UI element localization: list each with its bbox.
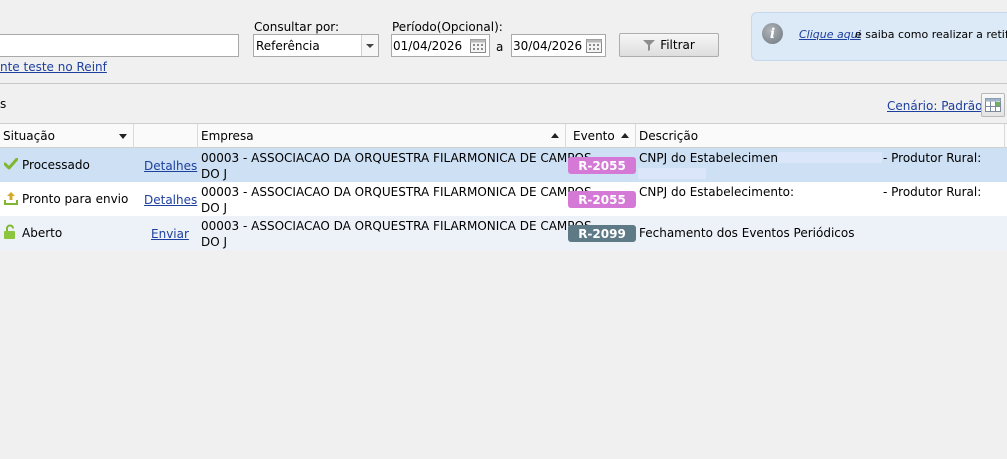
column-header-evento[interactable]: Evento — [566, 124, 636, 148]
status-text: Processado — [22, 158, 90, 172]
search-input[interactable] — [0, 34, 239, 57]
date-to-value: 30/04/2026 — [513, 38, 583, 53]
consult-label: Consultar por: — [254, 20, 340, 34]
info-icon: i — [762, 23, 783, 44]
column-header-descricao[interactable]: Descrição — [636, 124, 1005, 148]
env-test-link[interactable]: nte teste no Reinf — [0, 60, 107, 74]
filter-button[interactable]: Filtrar — [619, 33, 719, 57]
company-name-cont: DO J — [201, 167, 228, 181]
column-header-actions — [134, 124, 198, 148]
company-name-cont: DO J — [201, 201, 228, 215]
period-label: Período(Opcional): — [392, 20, 503, 34]
company-name: 00003 - ASSOCIACAO DA ORQUESTRA FILARMON… — [201, 185, 592, 199]
section-title: s — [0, 97, 7, 111]
status-text: Pronto para envio — [22, 192, 129, 206]
redacted-cnpj — [778, 152, 882, 163]
date-separator: a — [496, 40, 504, 54]
calendar-icon[interactable] — [467, 35, 489, 56]
description-extra: - Produtor Rural: — [883, 185, 982, 199]
consult-select[interactable]: Referência — [253, 34, 379, 57]
company-name: 00003 - ASSOCIACAO DA ORQUESTRA FILARMON… — [201, 151, 592, 165]
table-row[interactable]: Pronto para envio Detalhes 00003 - ASSOC… — [0, 182, 1007, 216]
status-text: Aberto — [22, 226, 63, 240]
description-extra: - Produtor Rural: — [883, 151, 982, 165]
event-badge: R-2099 — [568, 225, 636, 242]
details-link[interactable]: Detalhes — [144, 158, 197, 174]
company-name: 00003 - ASSOCIACAO DA ORQUESTRA FILARMON… — [201, 219, 592, 233]
description-text: CNPJ do Estabelecimento: — [639, 151, 795, 165]
table-row[interactable]: Processado Detalhes 00003 - ASSOCIACAO D… — [0, 148, 1007, 182]
sort-up-icon — [621, 133, 629, 138]
grid-icon — [985, 98, 1001, 112]
event-badge: R-2055 — [568, 191, 636, 208]
scenario-link[interactable]: Cenário: Padrão — [887, 99, 982, 113]
grid-columns-button[interactable] — [981, 93, 1005, 117]
funnel-icon — [643, 39, 656, 51]
divider — [0, 83, 1007, 84]
event-badge: R-2055 — [568, 157, 636, 174]
sort-down-icon — [119, 134, 127, 139]
date-from-input[interactable]: 01/04/2026 — [391, 34, 490, 57]
description-text: CNPJ do Estabelecimento: — [639, 185, 795, 199]
consult-select-value: Referência — [256, 38, 320, 53]
table-row[interactable]: Aberto Enviar 00003 - ASSOCIACAO DA ORQU… — [0, 216, 1007, 250]
calendar-icon[interactable] — [583, 35, 605, 56]
description-text: Fechamento dos Eventos Periódicos — [639, 226, 855, 240]
date-to-input[interactable]: 30/04/2026 — [511, 34, 606, 57]
company-name-cont: DO J — [201, 235, 228, 249]
click-here-link[interactable]: Clique aqui — [799, 28, 861, 41]
redacted-value — [638, 168, 706, 179]
column-label-descricao: Descrição — [639, 129, 699, 143]
column-label-evento: Evento — [573, 129, 615, 143]
send-link[interactable]: Enviar — [151, 226, 189, 242]
date-from-value: 01/04/2026 — [393, 38, 463, 53]
column-label-empresa: Empresa — [201, 129, 254, 143]
column-label-situacao: Situação — [3, 129, 55, 143]
upload-icon — [4, 191, 18, 208]
info-text: e saiba como realizar a retific — [855, 28, 1007, 41]
column-header-situacao[interactable]: Situação — [0, 124, 134, 148]
grid-header: Situação Empresa Evento Descrição — [0, 123, 1007, 148]
details-link[interactable]: Detalhes — [144, 192, 197, 208]
unlock-icon — [3, 224, 19, 243]
filter-button-label: Filtrar — [660, 38, 695, 52]
check-icon — [3, 157, 19, 173]
info-banner: i Clique aqui e saiba como realizar a re… — [751, 12, 1007, 61]
sort-up-icon — [551, 133, 559, 138]
chevron-down-icon[interactable] — [361, 35, 378, 56]
column-header-empresa[interactable]: Empresa — [198, 124, 566, 148]
